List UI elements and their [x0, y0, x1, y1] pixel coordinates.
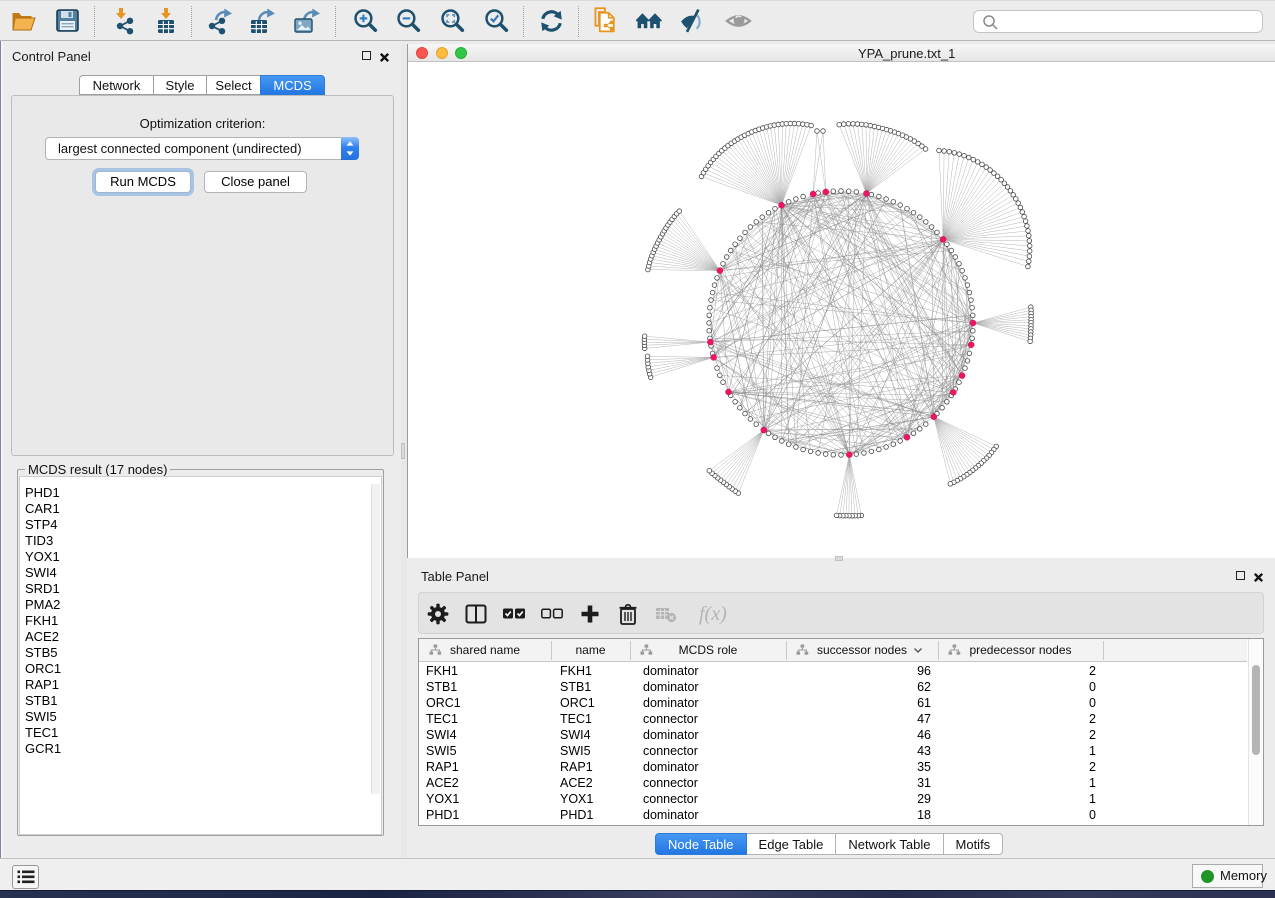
svg-text:f(x): f(x) [699, 603, 727, 625]
